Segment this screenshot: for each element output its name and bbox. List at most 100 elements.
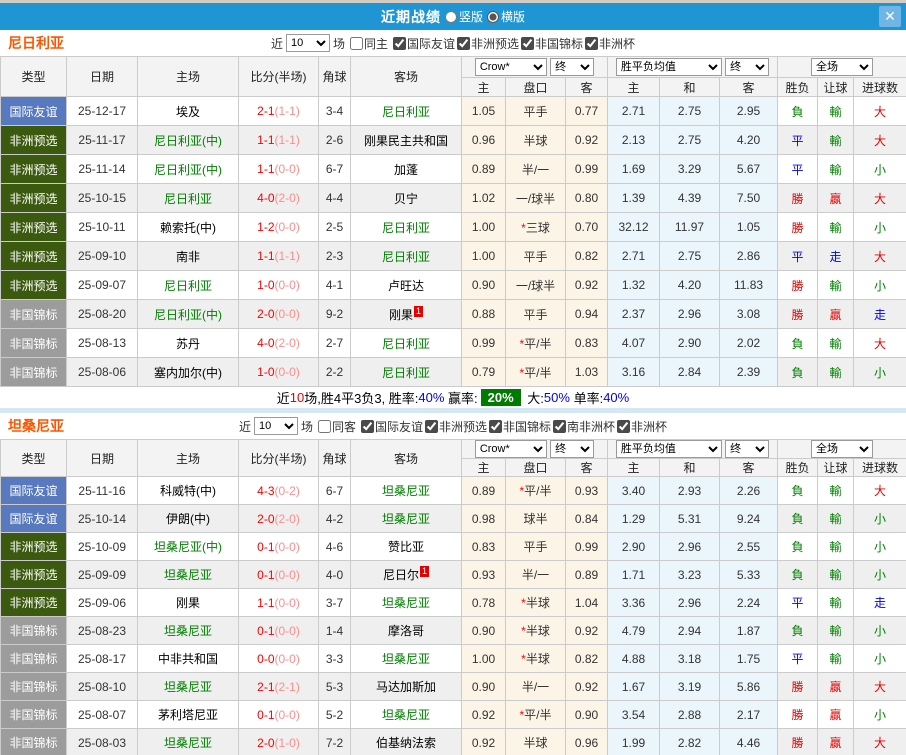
- goals-cell: 大: [853, 241, 906, 271]
- handicap-result-cell: 贏: [817, 672, 855, 701]
- same-venue-checkbox[interactable]: [317, 419, 331, 433]
- odds-company-select[interactable]: Crow*: [474, 58, 547, 76]
- handicap-result-cell: 輸: [817, 532, 855, 561]
- competition-filter[interactable]: 非洲预选: [425, 418, 487, 435]
- goals-cell: 小: [853, 700, 906, 729]
- goals-cell: 小: [853, 616, 906, 645]
- layout-vertical-radio[interactable]: [444, 10, 457, 23]
- scope-select[interactable]: 全场: [811, 440, 874, 458]
- competition-checkbox[interactable]: [521, 36, 535, 50]
- handicap-result-cell: 走: [817, 241, 855, 271]
- match-row: 非国锦标 25-08-07 茅利塔尼亚 0-1(0-0) 5-2 坦桑尼亚 0.92 *平/半…: [0, 700, 906, 729]
- handicap-cell: 平手: [505, 241, 566, 271]
- away-odds-cell: 1.04: [565, 588, 608, 617]
- competition-label: 国际友谊: [406, 36, 455, 51]
- odds-time-select[interactable]: 终: [550, 58, 595, 76]
- filter-bar: 坦桑尼亚 近 10 场 同客 国际友谊 非洲预选 非国锦标 南非洲杯 非洲杯: [0, 413, 906, 439]
- score-cell: 4-0(2-0): [238, 183, 319, 213]
- avg-away-cell: 1.87: [718, 616, 779, 645]
- score-cell: 4-3(0-2): [238, 476, 319, 505]
- odds-time-select[interactable]: 终: [550, 440, 595, 458]
- avg-type-select[interactable]: 胜平负均值: [615, 58, 722, 76]
- score-cell: 0-1(0-0): [238, 700, 319, 729]
- competition-checkbox[interactable]: [392, 36, 406, 50]
- same-venue-checkbox[interactable]: [349, 36, 363, 50]
- layout-option-horizontal[interactable]: 横版: [487, 8, 525, 25]
- avg-home-cell: 1.32: [607, 270, 660, 300]
- away-odds-cell: 0.84: [565, 504, 608, 533]
- handicap-cell: *半球: [505, 588, 566, 617]
- home-odds-cell: 0.90: [461, 672, 506, 701]
- corners-cell: 5-3: [318, 672, 351, 701]
- handicap-star: *: [521, 220, 526, 235]
- avg-away-cell: 2.02: [718, 328, 779, 358]
- col-result: 胜负: [777, 458, 819, 477]
- col-date: 日期: [66, 439, 138, 477]
- fulltime-score: 4-3: [257, 483, 275, 498]
- score-cell: 1-1(1-1): [238, 241, 319, 271]
- competition-checkbox[interactable]: [360, 419, 374, 433]
- competition-filter[interactable]: 南非洲杯: [553, 418, 615, 435]
- avg-away-cell: 2.24: [718, 588, 779, 617]
- competition-filter[interactable]: 国际友谊: [392, 35, 455, 52]
- avg-time-select[interactable]: 终: [725, 440, 770, 458]
- score-cell: 1-0(0-0): [238, 357, 319, 387]
- corners-cell: 2-5: [318, 212, 351, 242]
- competition-filter[interactable]: 非国锦标: [521, 35, 583, 52]
- home-team-cell: 中非共和国: [137, 644, 239, 673]
- fulltime-score: 1-1: [257, 162, 275, 176]
- competition-label: 南非洲杯: [567, 419, 616, 434]
- col-odds-away: 客: [565, 77, 608, 97]
- competition-checkbox[interactable]: [457, 36, 470, 50]
- layout-option-vertical[interactable]: 竖版: [444, 8, 483, 25]
- odds-header: Crow* 终: [461, 56, 608, 78]
- match-date-cell: 25-09-07: [66, 270, 138, 300]
- away-team-cell: 尼日利亚: [350, 212, 462, 242]
- away-team-cell: 贝宁: [350, 183, 462, 213]
- competition-filter[interactable]: 非洲预选: [457, 35, 519, 52]
- away-odds-cell: 0.70: [565, 212, 608, 242]
- halftime-score: (0-2): [274, 483, 300, 498]
- handicap-result-cell: 贏: [817, 728, 855, 755]
- competition-label: 非洲预选: [471, 36, 520, 51]
- col-avg-home: 主: [607, 77, 660, 97]
- match-count-select[interactable]: 10: [285, 34, 330, 52]
- odds-company-select[interactable]: Crow*: [474, 440, 547, 458]
- result-cell: 平: [777, 644, 819, 673]
- fulltime-score: 0-0: [257, 651, 275, 666]
- same-venue-filter[interactable]: 同主: [349, 35, 388, 52]
- score-cell: 1-1(0-0): [238, 154, 319, 184]
- filter-controls: 近 10 场 同主 国际友谊 非洲预选 非国锦标 非洲杯: [271, 34, 635, 52]
- competition-filter[interactable]: 非洲杯: [617, 418, 667, 435]
- competition-filter[interactable]: 非国锦标: [489, 418, 551, 435]
- competition-checkbox[interactable]: [553, 419, 567, 433]
- avg-draw-cell: 3.29: [659, 154, 720, 184]
- fulltime-score: 2-0: [257, 307, 275, 321]
- competition-checkbox[interactable]: [617, 419, 631, 433]
- competition-filter[interactable]: 国际友谊: [360, 418, 423, 435]
- same-venue-filter[interactable]: 同客: [317, 418, 356, 435]
- corners-cell: 7-2: [318, 728, 351, 755]
- handicap-result-cell: 輸: [817, 357, 855, 387]
- competition-checkbox[interactable]: [425, 419, 438, 433]
- competition-filter[interactable]: 非洲杯: [585, 35, 635, 52]
- avg-type-select[interactable]: 胜平负均值: [615, 440, 722, 458]
- layout-horizontal-radio[interactable]: [487, 10, 499, 23]
- score-cell: 2-0(0-0): [238, 299, 319, 329]
- match-row: 非国锦标 25-08-17 中非共和国 0-0(0-0) 3-3 坦桑尼亚 1.00 *半球 0…: [0, 644, 906, 673]
- match-count-select[interactable]: 10: [253, 417, 298, 435]
- col-goals: 进球数: [853, 458, 906, 477]
- scope-select[interactable]: 全场: [811, 58, 874, 76]
- match-row: 国际友谊 25-12-17 埃及 2-1(1-1) 3-4 尼日利亚 1.05 平手 0.77 2…: [0, 96, 906, 126]
- result-cell: 勝: [777, 672, 819, 701]
- avg-home-cell: 2.13: [607, 125, 660, 155]
- away-team-cell: 尼日尔 1: [350, 560, 462, 589]
- col-avg-away: 客: [718, 77, 779, 97]
- match-type-cell: 非洲预选: [0, 270, 67, 300]
- fulltime-score: 2-0: [257, 735, 275, 750]
- avg-time-select[interactable]: 终: [725, 58, 770, 76]
- competition-checkbox[interactable]: [585, 36, 599, 50]
- score-cell: 2-1(2-1): [238, 672, 319, 701]
- competition-checkbox[interactable]: [489, 419, 503, 433]
- close-button[interactable]: ✕: [879, 6, 901, 27]
